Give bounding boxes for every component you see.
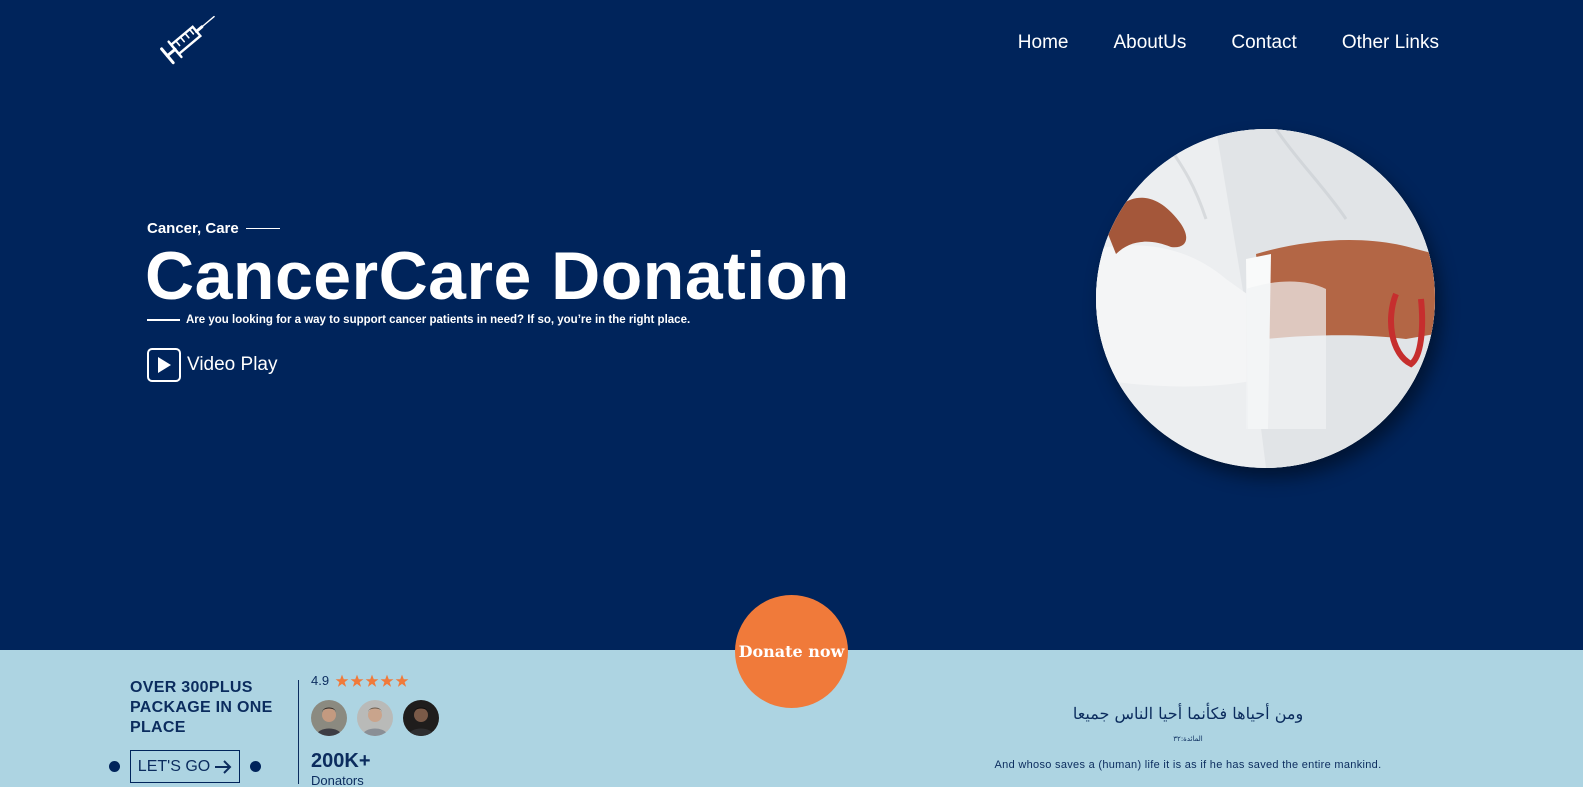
avatar bbox=[357, 700, 393, 736]
hero-subtitle: Are you looking for a way to support can… bbox=[147, 314, 690, 326]
star-icon bbox=[365, 674, 379, 687]
hero-kicker-text: Cancer, Care bbox=[147, 220, 239, 237]
quote-arabic: ومن أحياها فكأنما أحيا الناس جميعا bbox=[1072, 704, 1304, 723]
nav-home[interactable]: Home bbox=[1018, 32, 1069, 54]
subtitle-divider bbox=[147, 319, 180, 321]
play-icon[interactable] bbox=[147, 348, 181, 382]
kicker-divider bbox=[245, 227, 280, 230]
hero-subtitle-text: Are you looking for a way to support can… bbox=[186, 314, 691, 326]
page-title: CancerCare Donation bbox=[145, 238, 850, 314]
quote-reference: المائدة:٣٢ bbox=[1173, 735, 1203, 743]
stats-divider bbox=[298, 680, 299, 784]
lets-go-button[interactable]: LET'S GO bbox=[130, 750, 240, 783]
promo-dot-right bbox=[250, 761, 261, 772]
avatar bbox=[311, 700, 347, 736]
nav-other-links[interactable]: Other Links bbox=[1342, 32, 1439, 54]
nav-contact[interactable]: Contact bbox=[1231, 32, 1296, 54]
star-icon bbox=[395, 674, 409, 687]
star-icon bbox=[380, 674, 394, 687]
hero-section: Home AboutUs Contact Other Links Cancer,… bbox=[0, 0, 1583, 650]
rating: 4.9 bbox=[311, 673, 410, 688]
avatar bbox=[403, 700, 439, 736]
lets-go-label[interactable]: LET'S GO bbox=[138, 758, 210, 776]
video-play-button[interactable]: Video Play bbox=[147, 348, 278, 382]
rating-stars bbox=[335, 674, 410, 688]
doctor-photo bbox=[1096, 129, 1435, 468]
syringe-icon[interactable] bbox=[152, 12, 218, 70]
donator-count-label: Donators bbox=[311, 773, 364, 787]
promo-headline: OVER 300PLUS PACKAGE IN ONE PLACE bbox=[130, 679, 273, 736]
rating-value: 4.9 bbox=[311, 673, 330, 688]
video-play-label[interactable]: Video Play bbox=[187, 354, 278, 376]
star-icon bbox=[350, 674, 364, 687]
hero-kicker: Cancer, Care bbox=[147, 220, 280, 237]
donor-avatars bbox=[311, 700, 449, 736]
main-nav: Home AboutUs Contact Other Links bbox=[973, 32, 1439, 54]
quote-translation: And whoso saves a (human) life it is as … bbox=[994, 759, 1382, 771]
donator-count: 200K+ bbox=[311, 750, 371, 772]
star-icon bbox=[335, 674, 349, 687]
nav-about-us[interactable]: AboutUs bbox=[1113, 32, 1186, 54]
donate-now-button[interactable]: Donate now bbox=[735, 595, 848, 708]
arrow-right-icon[interactable] bbox=[214, 759, 232, 775]
promo-dot-left bbox=[109, 761, 120, 772]
